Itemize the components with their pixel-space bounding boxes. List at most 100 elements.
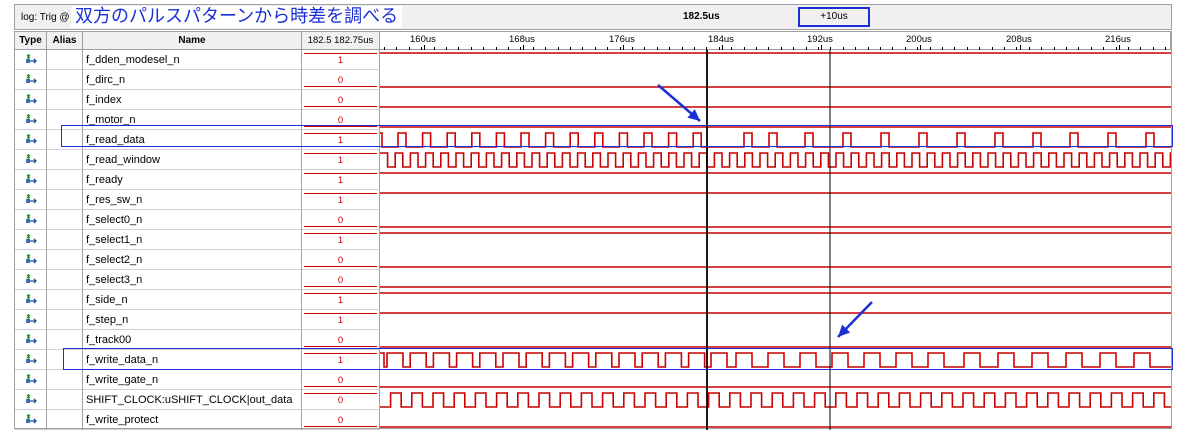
signal-value-text: 1 bbox=[337, 195, 344, 206]
input-pin-icon bbox=[26, 294, 37, 304]
signal-value-line bbox=[304, 286, 377, 287]
signal-name[interactable]: f_select3_n bbox=[83, 270, 302, 290]
signal-value: 1 bbox=[302, 350, 380, 370]
signal-value-line bbox=[304, 53, 377, 54]
signal-alias-cell bbox=[47, 90, 83, 110]
signal-name[interactable]: f_res_sw_n bbox=[83, 190, 302, 210]
signal-value: 1 bbox=[302, 130, 380, 150]
signal-name[interactable]: f_motor_n bbox=[83, 110, 302, 130]
signal-name[interactable]: f_dden_modesel_n bbox=[83, 50, 302, 70]
signal-name[interactable]: f_select0_n bbox=[83, 210, 302, 230]
signal-value: 1 bbox=[302, 230, 380, 250]
signal-name[interactable]: f_read_data bbox=[83, 130, 302, 150]
signal-alias-cell bbox=[47, 350, 83, 370]
toolbar: log: Trig @ 双方のパルスパターンから時差を調べる 182.5us +… bbox=[14, 4, 1172, 30]
signal-value-line bbox=[304, 293, 377, 294]
signal-value-line bbox=[304, 313, 377, 314]
timeline-ruler[interactable]: 160us 168us 176us 184us 192us 200us 208us 216us bbox=[380, 32, 1171, 50]
input-pin-icon bbox=[26, 374, 37, 384]
signal-type-cell bbox=[15, 50, 47, 70]
input-pin-icon bbox=[26, 394, 37, 404]
signal-grid: Type Alias Name 182.5 182.75us 160us 168u… bbox=[14, 31, 1173, 430]
signal-name[interactable]: f_track00 bbox=[83, 330, 302, 350]
signal-alias-cell bbox=[47, 230, 83, 250]
signal-value: 1 bbox=[302, 170, 380, 190]
signal-value: 1 bbox=[302, 190, 380, 210]
signal-value-line bbox=[304, 346, 377, 347]
signal-name[interactable]: f_select1_n bbox=[83, 230, 302, 250]
input-pin-icon bbox=[26, 194, 37, 204]
signal-type-cell bbox=[15, 90, 47, 110]
column-header-name[interactable]: Name bbox=[83, 32, 302, 50]
signal-value-text: 0 bbox=[337, 95, 344, 106]
timeline-tick-label: 160us bbox=[410, 34, 436, 45]
signal-type-cell bbox=[15, 210, 47, 230]
signal-value: 0 bbox=[302, 90, 380, 110]
signal-value-text: 1 bbox=[337, 155, 344, 166]
signal-name[interactable]: f_write_data_n bbox=[83, 350, 302, 370]
signal-value: 0 bbox=[302, 270, 380, 290]
input-pin-icon bbox=[26, 234, 37, 244]
signal-name[interactable]: f_write_gate_n bbox=[83, 370, 302, 390]
column-header-type[interactable]: Type bbox=[15, 32, 47, 50]
signal-name[interactable]: f_ready bbox=[83, 170, 302, 190]
signal-alias-cell bbox=[47, 210, 83, 230]
signal-alias-cell bbox=[47, 70, 83, 90]
signal-type-cell bbox=[15, 370, 47, 390]
timeline-tick-label: 192us bbox=[807, 34, 833, 45]
input-pin-icon bbox=[26, 354, 37, 364]
signal-value-text: 0 bbox=[337, 215, 344, 226]
signal-alias-cell bbox=[47, 110, 83, 130]
input-pin-icon bbox=[26, 74, 37, 84]
timeline-tick-label: 208us bbox=[1006, 34, 1032, 45]
signal-name[interactable]: f_index bbox=[83, 90, 302, 110]
signal-name[interactable]: f_dirc_n bbox=[83, 70, 302, 90]
signal-type-cell bbox=[15, 110, 47, 130]
signal-alias-cell bbox=[47, 290, 83, 310]
timeline-tick-label: 176us bbox=[609, 34, 635, 45]
signal-name[interactable]: f_write_protect bbox=[83, 410, 302, 430]
input-pin-icon bbox=[26, 414, 37, 424]
signal-value-line bbox=[304, 133, 377, 134]
signal-value-text: 0 bbox=[337, 255, 344, 266]
input-pin-icon bbox=[26, 94, 37, 104]
time-delta-marker[interactable]: +10us bbox=[798, 7, 870, 27]
signal-type-cell bbox=[15, 190, 47, 210]
column-header-alias[interactable]: Alias bbox=[47, 32, 83, 50]
signal-type-cell bbox=[15, 350, 47, 370]
signal-name[interactable]: f_side_n bbox=[83, 290, 302, 310]
input-pin-icon bbox=[26, 314, 37, 324]
signal-value-text: 0 bbox=[337, 115, 344, 126]
signal-type-cell bbox=[15, 270, 47, 290]
signal-value: 0 bbox=[302, 370, 380, 390]
signal-value: 0 bbox=[302, 70, 380, 90]
column-header-value[interactable]: 182.5 182.75us bbox=[302, 32, 380, 50]
waveform-f-read-window bbox=[380, 152, 1171, 168]
signal-alias-cell bbox=[47, 270, 83, 290]
waveform-f-write-data-n bbox=[380, 352, 1171, 368]
signal-value-text: 1 bbox=[337, 55, 344, 66]
input-pin-icon bbox=[26, 134, 37, 144]
annotation-text: 双方のパルスパターンから時差を調べる bbox=[71, 6, 403, 28]
signal-name[interactable]: f_read_window bbox=[83, 150, 302, 170]
signal-type-cell bbox=[15, 230, 47, 250]
signal-name[interactable]: SHIFT_CLOCK:uSHIFT_CLOCK|out_data bbox=[83, 390, 302, 410]
signal-value-text: 0 bbox=[337, 375, 344, 386]
signal-alias-cell bbox=[47, 310, 83, 330]
waveform-area[interactable] bbox=[380, 50, 1171, 430]
signal-name[interactable]: f_step_n bbox=[83, 310, 302, 330]
signal-value-line bbox=[304, 193, 377, 194]
signal-type-cell bbox=[15, 170, 47, 190]
timeline-tick-label: 200us bbox=[906, 34, 932, 45]
signal-value: 1 bbox=[302, 290, 380, 310]
signal-type-cell bbox=[15, 410, 47, 430]
signal-value: 0 bbox=[302, 210, 380, 230]
signal-value-line bbox=[304, 393, 377, 394]
timeline-tick-label: 216us bbox=[1105, 34, 1131, 45]
signal-value-text: 0 bbox=[337, 275, 344, 286]
signal-name[interactable]: f_select2_n bbox=[83, 250, 302, 270]
signal-value-text: 1 bbox=[337, 135, 344, 146]
signal-type-cell bbox=[15, 150, 47, 170]
signal-value-line bbox=[304, 353, 377, 354]
signal-alias-cell bbox=[47, 250, 83, 270]
